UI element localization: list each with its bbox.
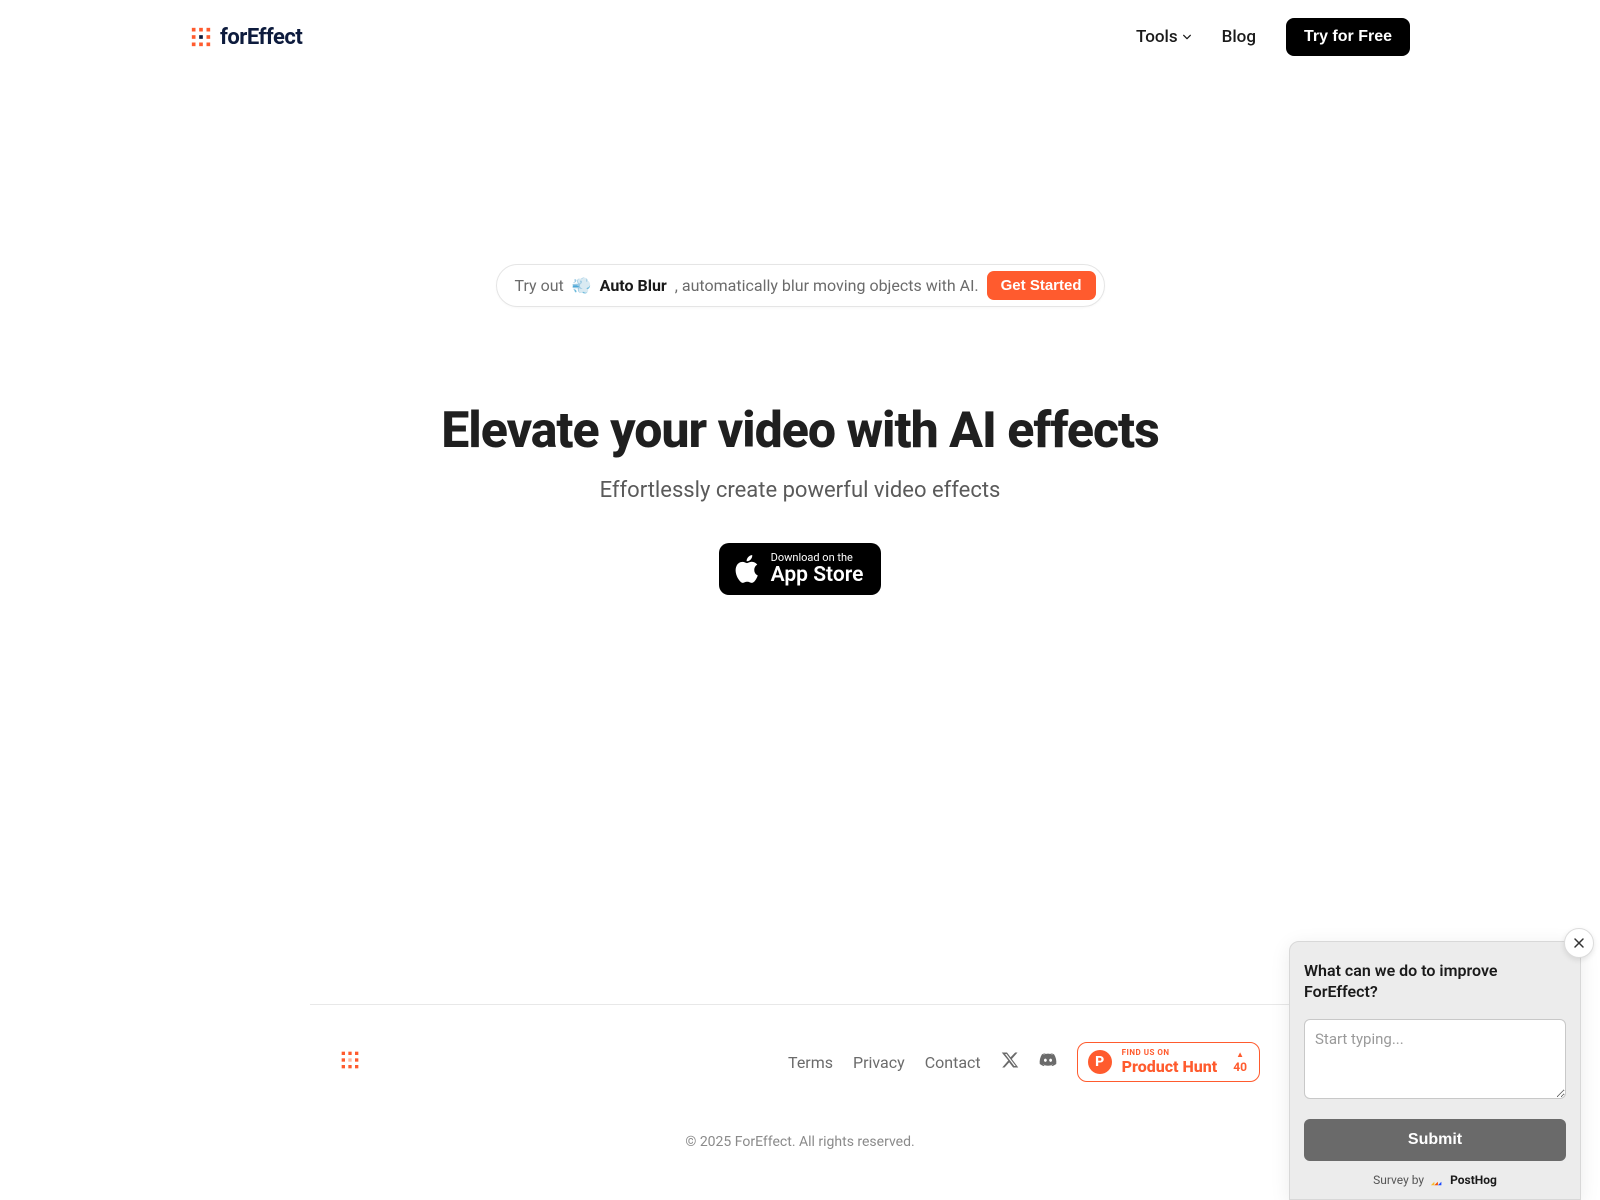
foreffect-logo-icon (190, 26, 212, 48)
header: forEffect Tools Blog Try for Free (0, 0, 1600, 74)
product-hunt-count: 40 (1233, 1061, 1247, 1073)
feedback-survey-widget: What can we do to improve ForEffect? Sub… (1289, 941, 1581, 1200)
product-hunt-badge[interactable]: P FIND US ON Product Hunt ▲ 40 (1077, 1042, 1260, 1082)
posthog-logo-icon (1430, 1173, 1444, 1187)
footer-divider (310, 1004, 1290, 1005)
product-hunt-p-icon: P (1088, 1050, 1112, 1074)
discord-link[interactable] (1039, 1051, 1057, 1073)
close-icon (1573, 937, 1585, 949)
footer-right: Terms Privacy Contact P FIND US ON Produ… (788, 1042, 1260, 1082)
foreffect-logo-icon (340, 1050, 360, 1070)
nav-blog-label: Blog (1222, 27, 1256, 47)
product-hunt-big: Product Hunt (1122, 1059, 1218, 1075)
footer-logo[interactable] (340, 1050, 360, 1074)
apple-logo-icon (733, 554, 759, 584)
chevron-down-icon (1182, 32, 1192, 42)
nav-tools-dropdown[interactable]: Tools (1136, 27, 1192, 47)
product-hunt-text: FIND US ON Product Hunt (1122, 1049, 1218, 1075)
product-hunt-upvotes: ▲ 40 (1233, 1051, 1247, 1073)
survey-attribution[interactable]: Survey by PostHog (1304, 1173, 1566, 1187)
hero-title: Elevate your video with AI effects (441, 402, 1159, 460)
product-hunt-small: FIND US ON (1122, 1049, 1218, 1057)
footer-contact-link[interactable]: Contact (925, 1053, 981, 1072)
footer-privacy-link[interactable]: Privacy (853, 1053, 905, 1072)
pill-prefix: Try out (515, 276, 564, 295)
promo-pill[interactable]: Try out 💨 Auto Blur , automatically blur… (496, 264, 1105, 307)
posthog-name: PostHog (1450, 1173, 1497, 1187)
app-store-big-text: App Store (771, 565, 864, 586)
brand-logo[interactable]: forEffect (190, 25, 302, 50)
survey-submit-button[interactable]: Submit (1304, 1119, 1566, 1161)
discord-icon (1039, 1051, 1057, 1069)
brand-name: forEffect (220, 25, 302, 50)
dash-emoji-icon: 💨 (572, 276, 592, 295)
app-store-text: Download on the App Store (771, 552, 864, 586)
survey-close-button[interactable] (1564, 928, 1594, 958)
survey-question: What can we do to improve ForEffect? (1304, 960, 1566, 1003)
nav-tools-label: Tools (1136, 27, 1178, 47)
x-twitter-link[interactable] (1001, 1051, 1019, 1073)
hero-subtitle: Effortlessly create powerful video effec… (600, 478, 1001, 503)
pill-suffix: , automatically blur moving objects with… (675, 276, 979, 295)
main-nav: Tools Blog Try for Free (1136, 18, 1410, 56)
nav-blog-link[interactable]: Blog (1222, 27, 1256, 47)
survey-textarea[interactable] (1304, 1019, 1566, 1099)
app-store-button[interactable]: Download on the App Store (719, 543, 882, 595)
triangle-up-icon: ▲ (1236, 1051, 1244, 1059)
try-for-free-button[interactable]: Try for Free (1286, 18, 1410, 56)
hero-section: Try out 💨 Auto Blur , automatically blur… (0, 74, 1600, 595)
x-icon (1001, 1051, 1019, 1069)
get-started-button[interactable]: Get Started (987, 271, 1096, 300)
pill-feature-name: Auto Blur (600, 276, 667, 295)
app-store-small-text: Download on the (771, 552, 864, 563)
footer-terms-link[interactable]: Terms (788, 1053, 833, 1072)
survey-by-text: Survey by (1373, 1173, 1424, 1187)
